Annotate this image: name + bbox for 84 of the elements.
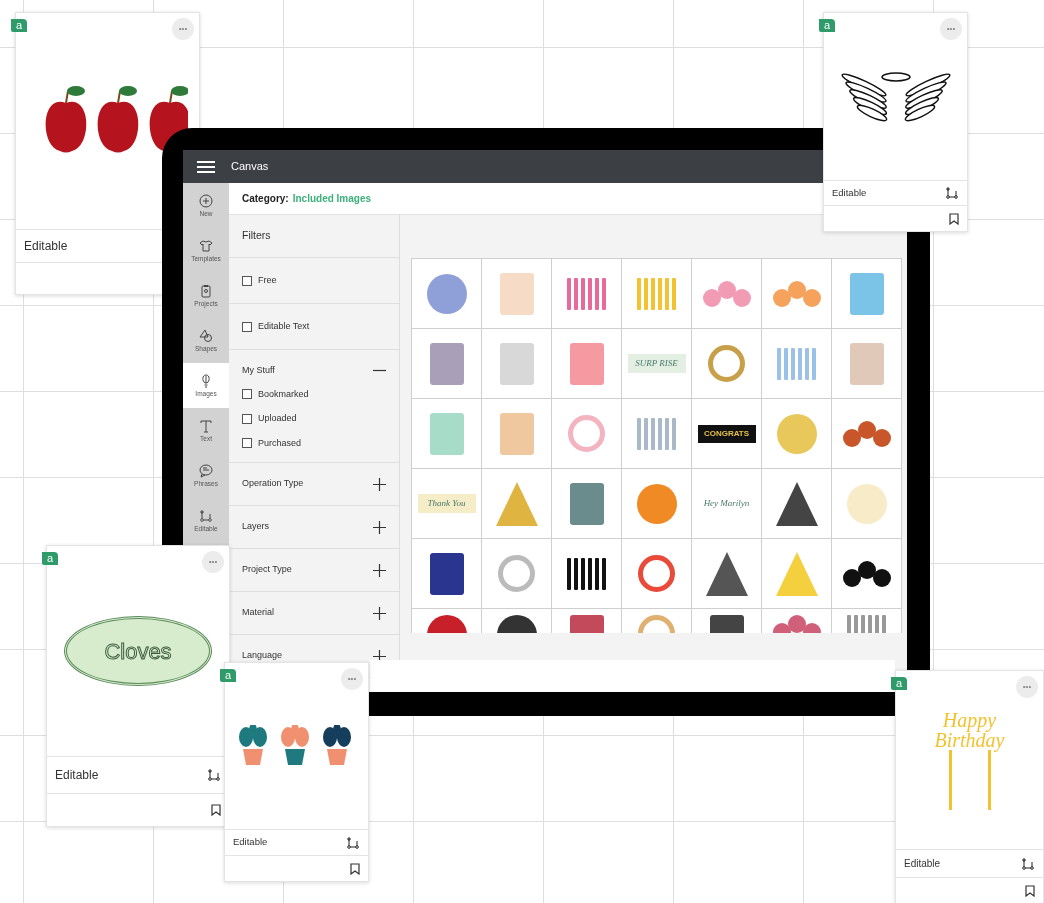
speech-bubble-icon bbox=[199, 463, 213, 478]
image-tile[interactable] bbox=[692, 329, 762, 399]
t-shirt-icon bbox=[199, 238, 213, 253]
image-tile[interactable] bbox=[832, 539, 902, 609]
edit-nodes-icon bbox=[199, 508, 213, 523]
image-tile[interactable] bbox=[762, 469, 832, 539]
label-text: Cloves bbox=[104, 637, 172, 666]
image-tile[interactable]: Thank You bbox=[412, 469, 482, 539]
add-circle-icon bbox=[199, 193, 213, 208]
filter-group-label: Project Type bbox=[242, 563, 292, 577]
image-tile[interactable]: SURP RISE bbox=[622, 329, 692, 399]
checkbox[interactable]: Free bbox=[242, 273, 277, 288]
image-tile[interactable] bbox=[832, 469, 902, 539]
brand-badge: a bbox=[819, 19, 836, 32]
brand-badge: a bbox=[42, 552, 59, 565]
image-tile[interactable] bbox=[762, 399, 832, 469]
image-tile[interactable] bbox=[762, 329, 832, 399]
more-options-button[interactable]: ••• bbox=[341, 668, 363, 690]
more-options-button[interactable]: ••• bbox=[940, 18, 962, 40]
image-tile[interactable] bbox=[482, 329, 552, 399]
filter-group-label: Language bbox=[242, 649, 283, 663]
expand-plus-icon[interactable] bbox=[373, 520, 386, 534]
more-options-button[interactable]: ••• bbox=[202, 551, 224, 573]
image-tile[interactable] bbox=[762, 259, 832, 329]
image-tile[interactable]: Hey Marilyn bbox=[692, 469, 762, 539]
editable-label: Editable bbox=[832, 185, 867, 200]
text-t-icon bbox=[199, 418, 213, 433]
image-tile[interactable] bbox=[552, 259, 622, 329]
app-title: Canvas bbox=[231, 159, 269, 175]
image-tile[interactable] bbox=[412, 399, 482, 469]
category-value: Included Images bbox=[292, 192, 372, 206]
image-tile[interactable] bbox=[692, 259, 762, 329]
filter-group-label: My Stuff bbox=[242, 364, 275, 377]
clipboard-icon bbox=[199, 283, 213, 298]
topper-text: Happy Birthday bbox=[933, 710, 1006, 750]
clipart-text: CONGRATS bbox=[697, 424, 756, 443]
image-tile[interactable] bbox=[482, 259, 552, 329]
filter-group-label: Layers bbox=[242, 520, 269, 534]
expand-plus-icon[interactable] bbox=[373, 563, 386, 577]
image-tile[interactable] bbox=[412, 539, 482, 609]
image-tile[interactable] bbox=[622, 259, 692, 329]
clipart-text: Thank You bbox=[417, 493, 476, 514]
image-tile[interactable] bbox=[482, 399, 552, 469]
checkbox[interactable]: Uploaded bbox=[242, 412, 386, 426]
image-tile[interactable] bbox=[832, 259, 902, 329]
filters-heading: Filters bbox=[242, 228, 271, 244]
image-tile[interactable] bbox=[552, 539, 622, 609]
image-tile[interactable] bbox=[692, 539, 762, 609]
filter-group-label: Operation Type bbox=[242, 477, 304, 491]
editable-label: Editable bbox=[24, 238, 68, 255]
image-tile[interactable] bbox=[552, 399, 622, 469]
editable-label: Editable bbox=[233, 835, 268, 850]
checkbox[interactable]: Editable Text bbox=[242, 319, 310, 334]
checkbox[interactable]: Bookmarked bbox=[242, 387, 386, 401]
editable-label: Editable bbox=[55, 767, 99, 784]
image-tile[interactable] bbox=[482, 469, 552, 539]
image-tile[interactable] bbox=[622, 469, 692, 539]
brand-badge: a bbox=[11, 19, 28, 32]
image-tile[interactable]: CONGRATS bbox=[692, 399, 762, 469]
more-options-button[interactable]: ••• bbox=[1016, 676, 1038, 698]
menu-icon bbox=[197, 160, 215, 173]
checkbox[interactable]: Purchased bbox=[242, 436, 386, 450]
image-tile[interactable] bbox=[622, 399, 692, 469]
filter-group-label: Material bbox=[242, 606, 274, 620]
balloon-icon bbox=[199, 373, 213, 388]
clipart-text: SURP RISE bbox=[627, 353, 686, 374]
category-label: Category: bbox=[242, 192, 289, 206]
expand-plus-icon[interactable] bbox=[373, 649, 386, 663]
editable-label: Editable bbox=[904, 857, 941, 871]
image-tile[interactable] bbox=[622, 539, 692, 609]
image-tile[interactable] bbox=[412, 329, 482, 399]
image-tile[interactable] bbox=[552, 469, 622, 539]
shapes-icon bbox=[199, 328, 213, 343]
expand-plus-icon[interactable] bbox=[373, 606, 386, 620]
image-tile[interactable] bbox=[832, 399, 902, 469]
brand-badge: a bbox=[891, 677, 908, 690]
image-tile[interactable] bbox=[552, 329, 622, 399]
more-options-button[interactable]: ••• bbox=[172, 18, 194, 40]
expand-plus-icon[interactable] bbox=[373, 477, 386, 491]
image-tile[interactable] bbox=[412, 259, 482, 329]
image-tile[interactable] bbox=[762, 539, 832, 609]
image-tile[interactable] bbox=[832, 329, 902, 399]
image-tile[interactable] bbox=[482, 539, 552, 609]
brand-badge: a bbox=[220, 669, 237, 682]
